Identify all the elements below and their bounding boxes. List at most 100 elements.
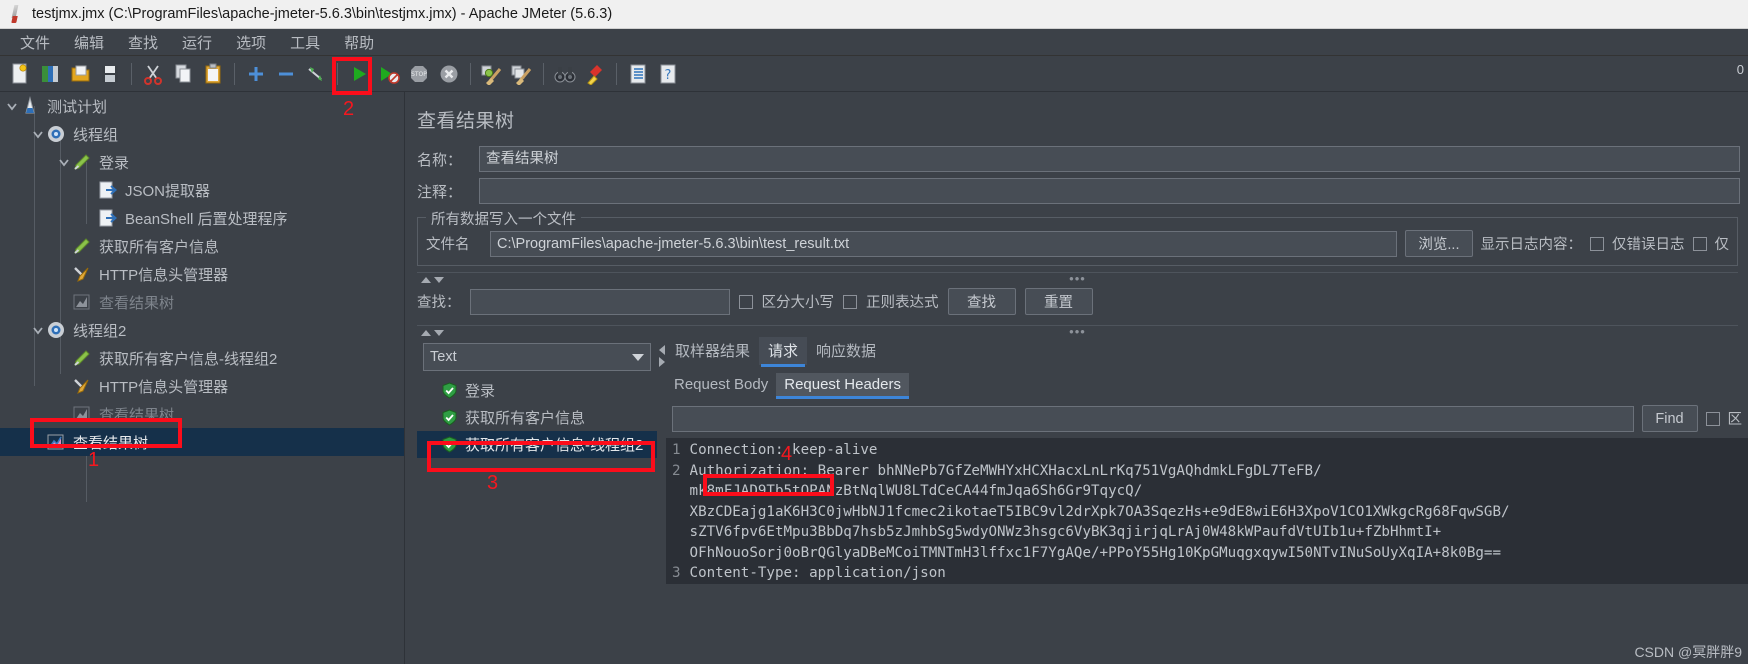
tree-node-beanshell-postprocessor[interactable]: BeanShell 后置处理程序 xyxy=(0,204,404,232)
svg-text:?: ? xyxy=(665,68,672,83)
tree-label: 登录 xyxy=(99,154,130,172)
toolbar-start-no-timers[interactable] xyxy=(375,60,403,88)
renderer-selected-value: Text xyxy=(430,349,457,365)
toolbar-expand[interactable] xyxy=(242,60,270,88)
toolbar-stop[interactable]: STOP xyxy=(405,60,433,88)
menu-options[interactable]: 选项 xyxy=(224,29,278,56)
code-text: Connection: keep-alive Authorization: Be… xyxy=(689,442,1510,581)
toolbar-open[interactable] xyxy=(66,60,94,88)
tree-node-view-results-tree-selected[interactable]: 查看结果树 xyxy=(0,428,404,456)
splitter-grip[interactable]: ••• xyxy=(1069,271,1086,286)
toolbar-clear-all[interactable] xyxy=(508,60,536,88)
name-input[interactable]: 查看结果树 xyxy=(479,146,1740,172)
toolbar-templates[interactable] xyxy=(36,60,64,88)
menu-tools[interactable]: 工具 xyxy=(278,29,332,56)
request-headers-code[interactable]: 1 2 3 Connection: keep-alive Authorizati… xyxy=(666,438,1748,584)
title-bar: testjmx.jmx (C:\ProgramFiles\apache-jmet… xyxy=(0,0,1748,29)
toolbar-collapse[interactable] xyxy=(272,60,300,88)
toolbar-separator-2 xyxy=(234,62,235,85)
help-icon: ? xyxy=(660,64,676,83)
menu-search[interactable]: 查找 xyxy=(116,29,170,56)
menu-help[interactable]: 帮助 xyxy=(332,29,386,56)
request-subtabs: Request Body Request Headers xyxy=(666,369,1748,399)
find-case-checkbox[interactable] xyxy=(1705,411,1720,426)
view-results-tree-icon xyxy=(46,432,68,452)
toolbar-function-helper[interactable] xyxy=(624,60,652,88)
toolbar-start[interactable] xyxy=(345,60,373,88)
tree-node-http-header-manager-1[interactable]: HTTP信息头管理器 xyxy=(0,260,404,288)
toggle-enable-icon xyxy=(308,66,322,81)
regex-checkbox[interactable] xyxy=(843,294,857,309)
tree-node-get-all-customers-tg2[interactable]: 获取所有客户信息-线程组2 xyxy=(0,344,404,372)
result-item-get-all-customers[interactable]: 获取所有客户信息 xyxy=(417,404,657,431)
collapse-up-icon-2[interactable] xyxy=(421,329,431,336)
tab-response-data[interactable]: 响应数据 xyxy=(807,337,885,365)
vertical-splitter[interactable] xyxy=(657,337,666,584)
result-item-login[interactable]: 登录 xyxy=(417,377,657,404)
tab-sampler-result[interactable]: 取样器结果 xyxy=(666,337,759,365)
successes-only-checkbox[interactable] xyxy=(1692,236,1707,251)
tree-node-view-results-tree-2[interactable]: 查看结果树 xyxy=(0,400,404,428)
toolbar-toggle[interactable] xyxy=(302,60,330,88)
toolbar-paste[interactable] xyxy=(199,60,227,88)
window-title: testjmx.jmx (C:\ProgramFiles\apache-jmet… xyxy=(32,6,613,22)
annotation-marker-4: 4 xyxy=(781,443,793,465)
splitter-lower[interactable]: ••• xyxy=(417,324,1738,339)
toolbar-copy[interactable] xyxy=(169,60,197,88)
collapse-left-icon[interactable] xyxy=(658,345,665,355)
chevron-down-icon[interactable] xyxy=(30,322,46,338)
errors-only-checkbox[interactable] xyxy=(1590,236,1604,251)
case-sensitive-checkbox[interactable] xyxy=(738,294,753,309)
search-input[interactable] xyxy=(469,288,730,315)
filename-input[interactable]: C:\ProgramFiles\apache-jmeter-5.6.3\bin\… xyxy=(490,230,1398,257)
find-case-label: 区 xyxy=(1727,412,1743,428)
menu-run[interactable]: 运行 xyxy=(170,29,224,56)
clear-all-icon xyxy=(511,65,532,85)
splitter-grip-2[interactable]: ••• xyxy=(1069,324,1086,339)
http-sampler-icon xyxy=(72,348,94,368)
toolbar-shutdown[interactable] xyxy=(435,60,463,88)
find-input[interactable] xyxy=(672,405,1634,432)
browse-button[interactable]: 浏览... xyxy=(1405,230,1473,257)
collapse-up-icon[interactable] xyxy=(421,276,431,283)
find-button[interactable]: Find xyxy=(1641,405,1698,432)
filename-row: 文件名 C:\ProgramFiles\apache-jmeter-5.6.3\… xyxy=(426,230,1729,257)
menu-file[interactable]: 文件 xyxy=(8,29,62,56)
renderer-combobox[interactable]: Text xyxy=(423,343,651,371)
toolbar-cut[interactable] xyxy=(139,60,167,88)
search-row: 查找： 区分大小写 正则表达式 查找 重置 xyxy=(405,284,1748,319)
toolbar-help[interactable]: ? xyxy=(654,60,682,88)
splitter-upper[interactable]: ••• xyxy=(417,271,1738,286)
tree-node-get-all-customers[interactable]: 获取所有客户信息 xyxy=(0,232,404,260)
tree-node-login[interactable]: 登录 xyxy=(0,148,404,176)
collapse-right-icon[interactable] xyxy=(658,357,665,367)
collapse-down-icon-2[interactable] xyxy=(434,329,444,336)
toolbar-new[interactable] xyxy=(6,60,34,88)
annotation-marker-3: 3 xyxy=(487,472,499,494)
toolbar-search[interactable] xyxy=(551,60,579,88)
comment-input[interactable] xyxy=(479,178,1740,204)
tab-request[interactable]: 请求 xyxy=(759,337,808,367)
tree-node-http-header-manager-2[interactable]: HTTP信息头管理器 xyxy=(0,372,404,400)
copy-icon xyxy=(175,64,191,82)
subtab-request-body[interactable]: Request Body xyxy=(666,373,776,397)
menu-edit[interactable]: 编辑 xyxy=(62,29,116,56)
comment-row: 注释： xyxy=(405,175,1748,207)
toolbar-separator-1 xyxy=(131,62,132,85)
search-button[interactable]: 查找 xyxy=(947,288,1016,315)
chevron-down-icon[interactable] xyxy=(632,353,644,361)
collapse-down-icon[interactable] xyxy=(434,276,444,283)
tree-node-view-results-tree-1[interactable]: 查看结果树 xyxy=(0,288,404,316)
tree-node-json-extractor[interactable]: JSON提取器 xyxy=(0,176,404,204)
chevron-down-icon[interactable] xyxy=(30,126,46,142)
chevron-down-icon[interactable] xyxy=(4,98,20,114)
chevron-down-icon[interactable] xyxy=(56,154,72,170)
toolbar-save[interactable] xyxy=(96,60,124,88)
toolbar-clear[interactable] xyxy=(478,60,506,88)
toolbar-search-reset[interactable] xyxy=(581,60,609,88)
subtab-request-headers[interactable]: Request Headers xyxy=(776,373,909,399)
tree-node-thread-group-2[interactable]: 线程组2 xyxy=(0,316,404,344)
reset-button[interactable]: 重置 xyxy=(1024,288,1093,315)
tree-node-thread-group[interactable]: 线程组 xyxy=(0,120,404,148)
result-item-get-all-customers-tg2[interactable]: 获取所有客户信息-线程组2 xyxy=(417,431,657,458)
